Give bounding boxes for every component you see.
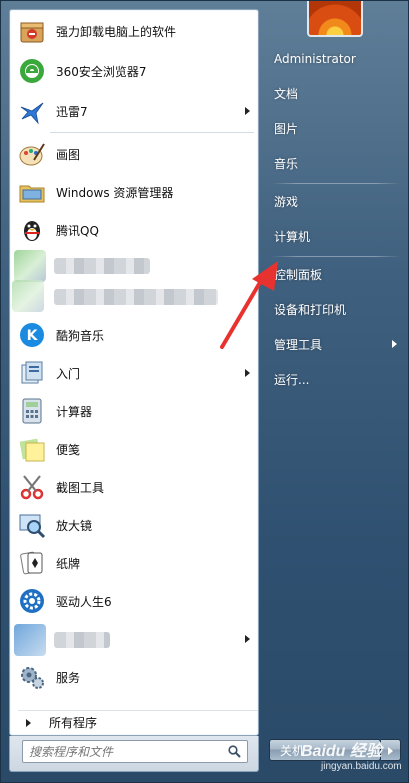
program-item-driver-genius[interactable]: 驱动人生6 <box>12 582 256 620</box>
program-item-uninstaller[interactable]: 强力卸载电脑上的软件 <box>12 12 256 50</box>
right-item-admin-tools[interactable]: 管理工具 <box>267 330 403 358</box>
program-list-pane: 强力卸载电脑上的软件 360安全浏览器7 迅雷7 画图 Windows 资源管理… <box>9 9 259 736</box>
program-item-snipping-tool[interactable]: 截图工具 <box>12 468 256 506</box>
submenu-arrow-icon <box>392 340 397 348</box>
submenu-arrow-icon <box>245 107 250 115</box>
getting-started-icon <box>16 357 48 389</box>
watermark-logo: Baidu 经验 <box>301 743 382 760</box>
program-item-thunder[interactable]: 迅雷7 <box>12 92 256 130</box>
program-item-paint[interactable]: 画图 <box>12 135 256 173</box>
uninstall-box-icon <box>16 15 48 47</box>
qq-penguin-icon <box>16 214 48 246</box>
redacted-program-item[interactable] <box>12 620 256 658</box>
services-gears-icon <box>16 661 48 693</box>
annotation-arrow-icon <box>220 261 278 349</box>
redacted-program-icon <box>14 250 46 282</box>
search-input[interactable] <box>23 744 213 759</box>
right-item-label: 图片 <box>274 121 299 136</box>
magnifier-icon <box>16 509 48 541</box>
program-label: 便笺 <box>56 442 81 457</box>
program-label: 放大镜 <box>56 518 93 533</box>
paint-palette-icon <box>16 138 48 170</box>
right-item-label: Administrator <box>274 52 356 66</box>
right-item-label: 游戏 <box>274 194 299 209</box>
right-item-label: 文档 <box>274 86 299 101</box>
pinned-separator <box>50 132 254 133</box>
all-programs-button[interactable]: 所有程序 <box>18 710 258 734</box>
driver-gear-icon <box>16 585 48 617</box>
redacted-program-label <box>54 632 110 648</box>
right-item-games[interactable]: 游戏 <box>267 187 403 215</box>
program-label: 迅雷7 <box>56 104 88 119</box>
redacted-program-label <box>54 289 218 305</box>
right-separator <box>271 256 401 257</box>
right-item-control-panel[interactable]: 控制面板 <box>267 260 403 288</box>
program-label: 纸牌 <box>56 556 81 571</box>
right-separator <box>271 183 401 184</box>
right-item-run[interactable]: 运行... <box>267 365 403 393</box>
program-label: 入门 <box>56 366 81 381</box>
program-label: 画图 <box>56 147 81 162</box>
search-area <box>9 736 259 772</box>
program-item-magnifier[interactable]: 放大镜 <box>12 506 256 544</box>
shutdown-options-button[interactable] <box>381 739 401 761</box>
explorer-folder-icon <box>16 176 48 208</box>
expand-arrow-icon <box>26 718 31 727</box>
solitaire-icon <box>16 547 48 579</box>
program-label: 360安全浏览器7 <box>56 64 147 79</box>
svg-text:K: K <box>27 328 39 344</box>
right-item-label: 音乐 <box>274 156 299 171</box>
program-item-getting-started[interactable]: 入门 <box>12 354 256 392</box>
user-avatar[interactable] <box>307 1 363 37</box>
thunder-bird-icon <box>16 95 48 127</box>
program-item-360-browser[interactable]: 360安全浏览器7 <box>12 52 256 90</box>
right-item-computer[interactable]: 计算机 <box>267 222 403 250</box>
redacted-program-icon <box>14 624 46 656</box>
start-menu: 强力卸载电脑上的软件 360安全浏览器7 迅雷7 画图 Windows 资源管理… <box>0 0 409 783</box>
right-item-label: 运行... <box>274 372 310 387</box>
program-item-calculator[interactable]: 计算器 <box>12 392 256 430</box>
search-icon[interactable] <box>228 745 241 761</box>
program-label: 驱动人生6 <box>56 594 112 609</box>
program-item-services[interactable]: 服务 <box>12 658 256 696</box>
browser-360-icon <box>16 55 48 87</box>
sticky-notes-icon <box>16 433 48 465</box>
right-item-devices-printers[interactable]: 设备和打印机 <box>267 295 403 323</box>
calculator-icon <box>16 395 48 427</box>
submenu-arrow-icon <box>245 369 250 377</box>
kugou-k-icon: K <box>16 319 48 351</box>
right-item-music[interactable]: 音乐 <box>267 149 403 177</box>
program-label: 截图工具 <box>56 480 105 495</box>
program-item-sticky-notes[interactable]: 便笺 <box>12 430 256 468</box>
all-programs-label: 所有程序 <box>49 716 98 730</box>
right-item-label: 计算机 <box>274 229 311 244</box>
program-label: 强力卸载电脑上的软件 <box>56 24 177 39</box>
program-label: 酷狗音乐 <box>56 328 105 343</box>
right-item-documents[interactable]: 文档 <box>267 79 403 107</box>
program-label: 服务 <box>56 670 81 685</box>
right-item-pictures[interactable]: 图片 <box>267 114 403 142</box>
program-label: 计算器 <box>56 404 93 419</box>
search-box <box>22 740 248 763</box>
submenu-arrow-icon <box>245 635 250 643</box>
redacted-program-label <box>54 258 150 274</box>
program-item-explorer[interactable]: Windows 资源管理器 <box>12 173 256 211</box>
watermark-url: jingyan.baidu.com <box>321 761 402 772</box>
program-label: Windows 资源管理器 <box>56 185 174 200</box>
program-label: 腾讯QQ <box>56 223 99 238</box>
snipping-tool-icon <box>16 471 48 503</box>
right-item-user[interactable]: Administrator <box>267 45 403 73</box>
program-item-solitaire[interactable]: 纸牌 <box>12 544 256 582</box>
program-item-qq[interactable]: 腾讯QQ <box>12 211 256 249</box>
redacted-program-icon <box>12 280 44 312</box>
